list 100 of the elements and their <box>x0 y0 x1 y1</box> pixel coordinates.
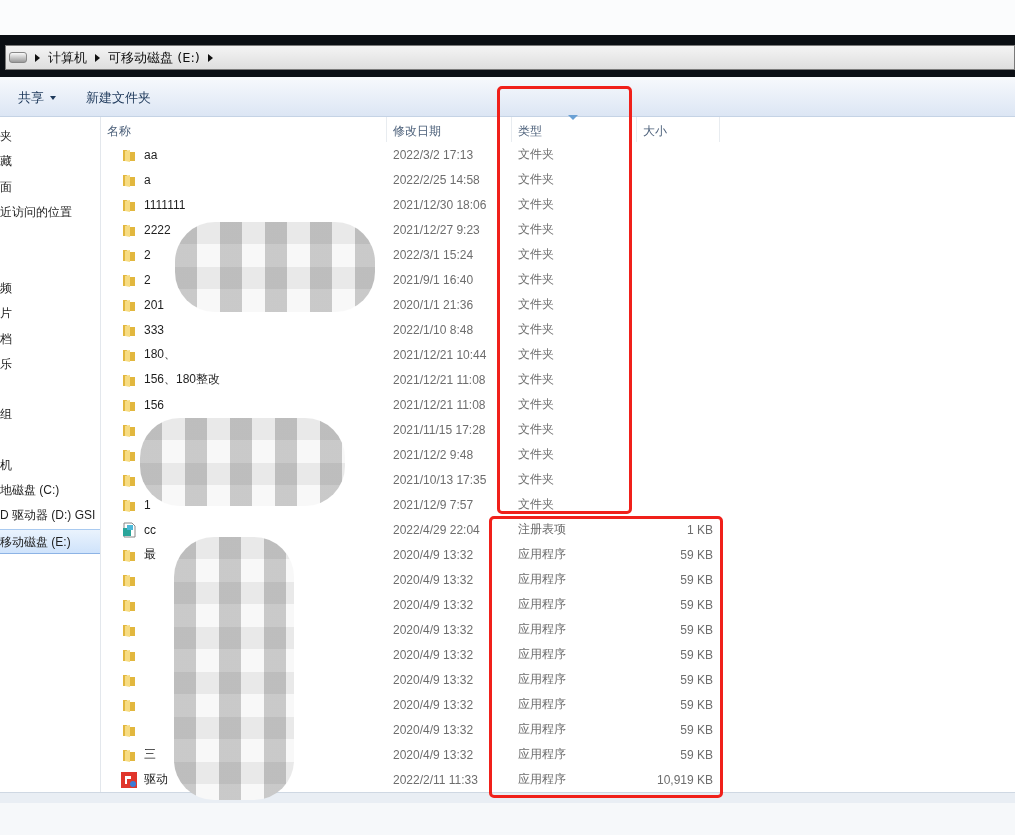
breadcrumb-item[interactable]: 计算机 <box>48 48 87 67</box>
modified-date: 2022/4/29 22:04 <box>393 522 480 537</box>
toolbar-button[interactable]: 共享 <box>10 85 64 111</box>
chevron-icon[interactable] <box>207 53 213 62</box>
nav-item[interactable]: 藏 <box>0 149 100 175</box>
file-size: 59 KB <box>680 722 713 737</box>
nav-item[interactable]: 乐 <box>0 352 100 378</box>
file-name[interactable]: 2 <box>144 272 151 287</box>
nav-item[interactable]: 频 <box>0 276 100 302</box>
file-type: 应用程序 <box>518 671 566 688</box>
modified-date: 2022/2/25 14:58 <box>393 172 480 187</box>
file-name[interactable]: a <box>144 172 151 187</box>
file-type: 文件夹 <box>518 496 554 513</box>
modified-date: 2021/10/13 17:35 <box>393 472 487 487</box>
file-size: 59 KB <box>680 622 713 637</box>
file-type: 文件夹 <box>518 446 554 463</box>
modified-date: 2020/4/9 13:32 <box>393 622 474 637</box>
file-type: 应用程序 <box>518 771 566 788</box>
file-type: 文件夹 <box>518 171 554 188</box>
column-header[interactable]: 修改日期 <box>387 117 512 142</box>
modified-date: 2022/2/11 11:33 <box>393 772 478 787</box>
file-type: 文件夹 <box>518 196 554 213</box>
file-size: 59 KB <box>680 747 713 762</box>
file-name[interactable]: 201 <box>144 297 165 312</box>
file-name[interactable]: 180、 <box>144 346 177 363</box>
modified-date: 2022/1/10 8:48 <box>393 322 474 337</box>
modified-date: 2021/9/1 16:40 <box>393 272 474 287</box>
modified-date: 2020/4/9 13:32 <box>393 672 474 687</box>
file-type: 文件夹 <box>518 296 554 313</box>
modified-date: 2020/4/9 13:32 <box>393 697 474 712</box>
nav-item[interactable]: 机 <box>0 452 100 478</box>
file-type: 文件夹 <box>518 221 554 238</box>
column-header[interactable]: 类型 <box>512 117 637 142</box>
file-type: 应用程序 <box>518 721 566 738</box>
file-size: 59 KB <box>680 647 713 662</box>
address-bar[interactable]: 计算机 可移动磁盘 (E:) <box>5 45 1015 70</box>
modified-date: 2020/4/9 13:32 <box>393 572 474 587</box>
file-name[interactable]: 2222 <box>144 222 171 237</box>
file-name[interactable]: 1111111 <box>144 197 186 212</box>
file-name[interactable]: 2 <box>144 247 151 262</box>
drive-icon <box>9 52 27 63</box>
nav-item[interactable]: 夹 <box>0 124 100 150</box>
file-size: 59 KB <box>680 672 713 687</box>
file-name[interactable]: 驱动 <box>144 771 168 788</box>
file-type: 应用程序 <box>518 621 566 638</box>
file-type: 应用程序 <box>518 746 566 763</box>
file-type: 文件夹 <box>518 146 554 163</box>
file-type: 应用程序 <box>518 596 566 613</box>
modified-date: 2021/12/2 9:48 <box>393 447 474 462</box>
modified-date: 2021/12/21 10:44 <box>393 347 487 362</box>
nav-item[interactable]: 档 <box>0 326 100 353</box>
column-header[interactable]: 名称 <box>101 117 387 142</box>
modified-date: 2021/12/9 7:57 <box>393 497 474 512</box>
modified-date: 2020/1/1 21:36 <box>393 297 474 312</box>
file-type: 文件夹 <box>518 346 554 363</box>
toolbar-button[interactable]: 新建文件夹 <box>78 85 159 111</box>
file-size: 59 KB <box>680 597 713 612</box>
modified-date: 2021/12/27 9:23 <box>393 222 480 237</box>
registry-file-icon <box>121 521 137 538</box>
modified-date: 2021/12/30 18:06 <box>393 197 487 212</box>
file-type: 应用程序 <box>518 696 566 713</box>
file-type: 应用程序 <box>518 546 566 563</box>
file-name[interactable]: 156、180整改 <box>144 371 221 388</box>
nav-item[interactable]: 移动磁盘 (E:) <box>0 528 100 554</box>
file-size: 1 KB <box>687 522 713 537</box>
modified-date: 2020/4/9 13:32 <box>393 597 474 612</box>
file-type: 应用程序 <box>518 571 566 588</box>
file-size: 59 KB <box>680 697 713 712</box>
file-name[interactable]: cc <box>144 522 156 537</box>
nav-item[interactable]: 组 <box>0 402 100 428</box>
nav-item[interactable]: D 驱动器 (D:) GSI <box>0 503 100 529</box>
caret-icon <box>50 96 56 100</box>
file-size: 10,919 KB <box>656 772 713 787</box>
file-size: 59 KB <box>680 572 713 587</box>
file-type: 文件夹 <box>518 371 554 388</box>
nav-item[interactable]: 面 <box>0 174 100 200</box>
file-name[interactable]: 三 <box>144 746 156 763</box>
breadcrumb-item[interactable]: 可移动磁盘 (E:) <box>108 48 200 67</box>
file-name[interactable]: aa <box>144 147 158 162</box>
modified-date: 2020/4/9 13:32 <box>393 647 474 662</box>
modified-date: 2020/4/9 13:32 <box>393 722 474 737</box>
nav-item[interactable]: 地磁盘 (C:) <box>0 477 100 504</box>
chevron-icon[interactable] <box>95 53 100 62</box>
modified-date: 2021/12/21 11:08 <box>393 397 486 412</box>
file-name[interactable]: 333 <box>144 322 165 337</box>
file-name[interactable]: 最 <box>144 546 156 563</box>
modified-date: 2021/11/15 17:28 <box>393 422 486 437</box>
file-type: 文件夹 <box>518 396 554 413</box>
file-name[interactable]: 156 <box>144 397 165 412</box>
modified-date: 2021/12/21 11:08 <box>393 372 486 387</box>
modified-date: 2022/3/1 15:24 <box>393 247 474 262</box>
file-type: 注册表项 <box>518 521 566 538</box>
file-name[interactable]: 1 <box>144 497 151 512</box>
file-size: 59 KB <box>680 547 713 562</box>
chevron-icon[interactable] <box>35 53 40 62</box>
nav-item[interactable]: 近访问的位置 <box>0 199 100 226</box>
column-header[interactable]: 大小 <box>637 117 720 142</box>
application-icon <box>121 771 137 788</box>
nav-item[interactable]: 片 <box>0 301 100 327</box>
file-type: 文件夹 <box>518 246 554 263</box>
